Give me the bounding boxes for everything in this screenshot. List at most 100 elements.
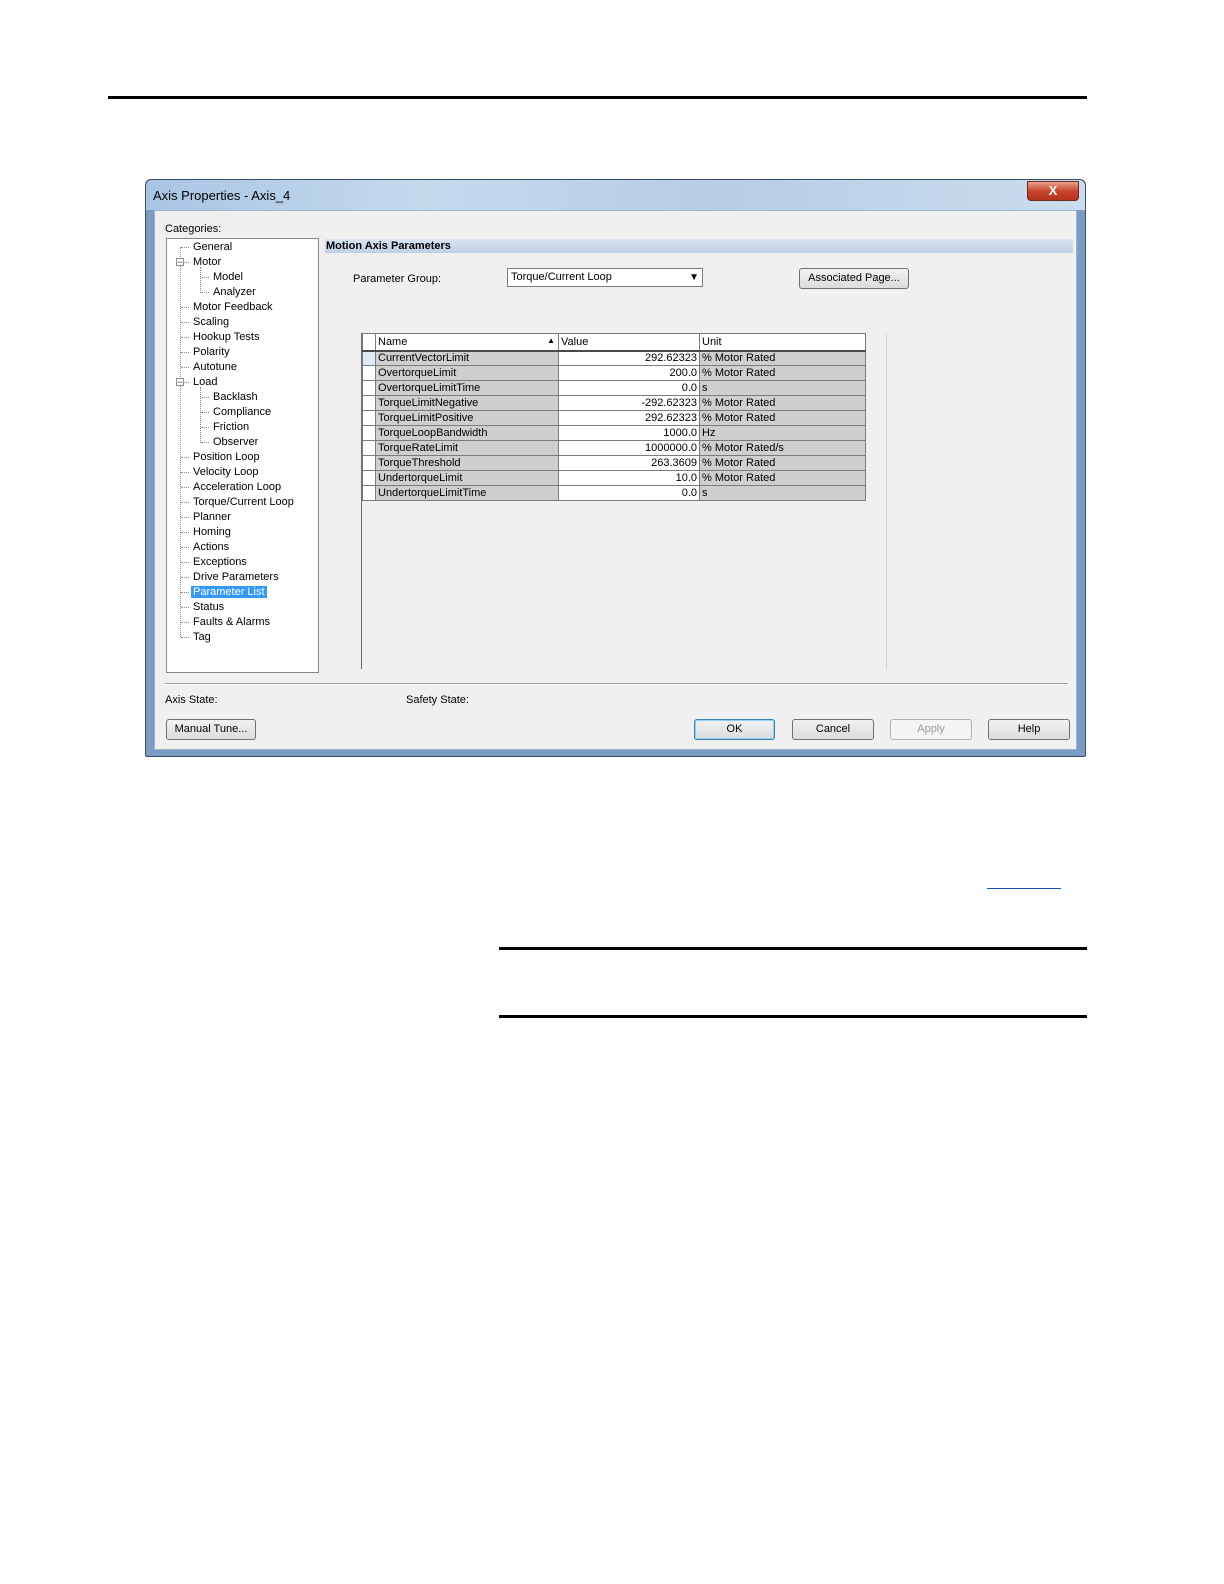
tree-item-status[interactable]: Status — [181, 600, 226, 615]
tree-item-label: Planner — [193, 511, 231, 523]
row-selector[interactable] — [362, 365, 376, 381]
tree-item-autotune[interactable]: Autotune — [181, 360, 239, 375]
column-header-name[interactable]: Name ▲ — [375, 333, 559, 352]
tree-item-label: Observer — [213, 436, 259, 448]
axis-state-label: Axis State: — [165, 694, 218, 706]
tree-item-acceleration-loop[interactable]: Acceleration Loop — [181, 480, 283, 495]
column-header-unit[interactable]: Unit — [699, 333, 866, 352]
tree-item-label: Load — [193, 376, 218, 388]
table-row[interactable]: TorqueLimitNegative -292.62323% Motor Rat… — [362, 395, 866, 411]
tree-item-faults-alarms[interactable]: Faults & Alarms — [181, 615, 272, 630]
tree-item-velocity-loop[interactable]: Velocity Loop — [181, 465, 260, 480]
row-selector[interactable] — [362, 350, 376, 366]
apply-button[interactable]: Apply — [890, 719, 972, 740]
tree-connector — [181, 366, 189, 368]
tree-item-torque-current-loop[interactable]: Torque/Current Loop — [181, 495, 296, 510]
table-row[interactable]: OvertorqueLimitTime 0.0 s — [362, 380, 866, 396]
tree-connector — [201, 426, 209, 428]
tree-item-label: Polarity — [193, 346, 230, 358]
collapse-icon[interactable]: − — [176, 378, 184, 387]
table-row[interactable]: TorqueRateLimit 1000000.0% Motor Rated/s — [362, 440, 866, 456]
parameter-value-cell[interactable]: 263.3609 — [558, 455, 700, 471]
table-row[interactable]: OvertorqueLimit 200.0% Motor Rated — [362, 365, 866, 381]
table-row[interactable]: UndertorqueLimit 10.0% Motor Rated — [362, 470, 866, 486]
tree-item-polarity[interactable]: Polarity — [181, 345, 232, 360]
tree-item-compliance[interactable]: Compliance — [201, 405, 273, 420]
parameter-value-cell[interactable]: 1000000.0 — [558, 440, 700, 456]
parameter-value-cell[interactable]: 0.0 — [558, 485, 700, 501]
tree-item-model[interactable]: Model — [201, 270, 245, 285]
tree-connector — [181, 336, 189, 338]
tree-connector — [201, 441, 209, 443]
manual-tune-button[interactable]: Manual Tune... — [166, 719, 256, 740]
close-button[interactable]: X — [1027, 181, 1079, 201]
tree-item-label: Autotune — [193, 361, 238, 373]
tree-item-hookup-tests[interactable]: Hookup Tests — [181, 330, 261, 345]
tree-item-motor[interactable]: Motor — [181, 255, 223, 270]
tree-connector — [181, 486, 189, 488]
tree-item-label: Parameter List — [191, 586, 267, 598]
tree-item-tag[interactable]: Tag — [181, 630, 213, 645]
row-selector[interactable] — [362, 395, 376, 411]
parameter-group-select[interactable]: Torque/Current Loop ▼ — [507, 268, 703, 287]
parameter-value-cell[interactable]: 292.62323 — [558, 350, 700, 366]
tree-item-analyzer[interactable]: Analyzer — [201, 285, 258, 300]
tree-item-position-loop[interactable]: Position Loop — [181, 450, 262, 465]
title-bar[interactable]: Axis Properties - Axis_4 X — [146, 180, 1085, 210]
associated-page-button[interactable]: Associated Page... — [799, 268, 909, 289]
tree-item-parameter-list[interactable]: Parameter List — [181, 585, 267, 600]
column-header-value[interactable]: Value — [558, 333, 700, 352]
table-row[interactable]: TorqueLoopBandwidth 1000.0 Hz — [362, 425, 866, 441]
tree-item-general[interactable]: General — [181, 240, 234, 255]
parameter-unit-cell: s — [699, 485, 866, 501]
parameter-value-cell[interactable]: 10.0 — [558, 470, 700, 486]
categories-tree[interactable]: General Motor − Model Analyzer Motor Feedback… — [166, 238, 319, 673]
tree-item-backlash[interactable]: Backlash — [201, 390, 260, 405]
parameter-unit-cell: Hz — [699, 425, 866, 441]
tree-item-homing[interactable]: Homing — [181, 525, 233, 540]
help-button[interactable]: Help — [988, 719, 1070, 740]
cancel-button[interactable]: Cancel — [792, 719, 874, 740]
tree-item-label: Scaling — [193, 316, 230, 328]
row-selector[interactable] — [362, 440, 376, 456]
tree-item-motor-feedback[interactable]: Motor Feedback — [181, 300, 274, 315]
row-selector[interactable] — [362, 470, 376, 486]
tree-item-observer[interactable]: Observer — [201, 435, 260, 450]
tree-item-exceptions[interactable]: Exceptions — [181, 555, 249, 570]
parameter-value-cell[interactable]: 1000.0 — [558, 425, 700, 441]
tree-connector — [181, 246, 189, 248]
ok-button[interactable]: OK — [694, 719, 775, 740]
row-selector[interactable] — [362, 455, 376, 471]
tree-item-drive-parameters[interactable]: Drive Parameters — [181, 570, 281, 585]
row-selector[interactable] — [362, 425, 376, 441]
tree-item-load[interactable]: Load — [181, 375, 219, 390]
parameter-grid: Name ▲ Value Unit CurrentVectorLimit 292.6… — [361, 333, 887, 669]
parameter-table: Name ▲ Value Unit CurrentVectorLimit 292.6… — [362, 333, 866, 501]
tree-item-planner[interactable]: Planner — [181, 510, 233, 525]
table-row[interactable]: TorqueThreshold 263.3609% Motor Rated — [362, 455, 866, 471]
hyperlink-underline[interactable] — [987, 888, 1061, 889]
dialog-client-area: Categories: General Motor − Model Analyzer Mo… — [154, 210, 1077, 750]
parameter-unit-cell: % Motor Rated — [699, 470, 866, 486]
parameter-value-cell[interactable]: 292.62323 — [558, 410, 700, 426]
tree-item-actions[interactable]: Actions — [181, 540, 231, 555]
tree-item-label: Model — [213, 271, 243, 283]
tree-item-label: Faults & Alarms — [193, 616, 271, 628]
parameter-value-cell[interactable]: 0.0 — [558, 380, 700, 396]
tree-item-label: Position Loop — [193, 451, 260, 463]
safety-state-label: Safety State: — [406, 694, 469, 706]
row-selector[interactable] — [362, 410, 376, 426]
categories-label: Categories: — [165, 223, 222, 235]
tree-item-scaling[interactable]: Scaling — [181, 315, 231, 330]
tree-connector — [181, 456, 189, 458]
table-row[interactable]: CurrentVectorLimit 292.62323% Motor Rated — [362, 350, 866, 366]
parameter-value-cell[interactable]: -292.62323 — [558, 395, 700, 411]
tree-item-friction[interactable]: Friction — [201, 420, 251, 435]
row-selector[interactable] — [362, 380, 376, 396]
row-selector[interactable] — [362, 485, 376, 501]
collapse-icon[interactable]: − — [176, 258, 184, 267]
table-row[interactable]: UndertorqueLimitTime 0.0 s — [362, 485, 866, 501]
table-row[interactable]: TorqueLimitPositive 292.62323% Motor Rate… — [362, 410, 866, 426]
dropdown-arrow-icon[interactable]: ▼ — [689, 269, 699, 286]
parameter-value-cell[interactable]: 200.0 — [558, 365, 700, 381]
